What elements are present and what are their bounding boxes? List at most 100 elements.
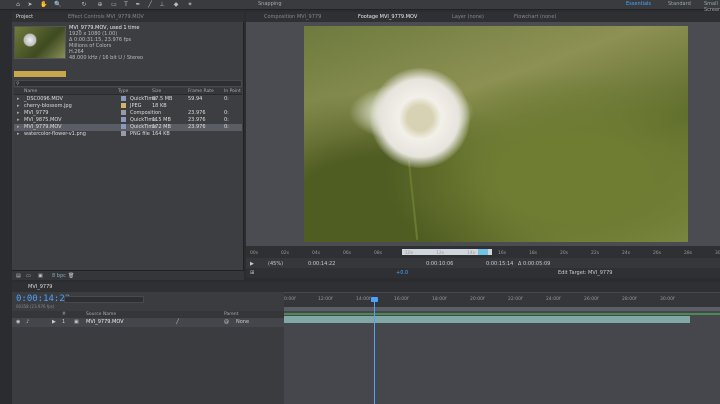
column-in-point[interactable]: In Point <box>224 89 241 94</box>
file-list-item[interactable]: ▸ MVI_9779 Composition 23.976 0: <box>14 110 242 117</box>
out-time-display[interactable]: 0:00:15:14 <box>486 261 513 267</box>
column-frame-rate[interactable]: Frame Rate <box>188 89 214 94</box>
pan-tool-icon[interactable]: ⊕ <box>96 1 104 8</box>
shape-tool-icon[interactable]: ▭ <box>110 1 118 8</box>
column-layer-number: # <box>62 312 66 317</box>
audio-speaker-icon[interactable]: ♪ <box>26 319 29 325</box>
project-bottom-bar: ▤ ▭ ▣ 8 bpc 🗑 <box>12 270 244 280</box>
timeline-tick-label: 0:00f <box>284 297 296 302</box>
file-size: 115 MB <box>152 117 171 123</box>
parent-dropdown[interactable]: None <box>236 319 249 325</box>
eraser-tool-icon[interactable]: ◆ <box>172 1 180 8</box>
workspace-essentials[interactable]: Essentials <box>626 1 651 7</box>
workspace-standard[interactable]: Standard <box>668 1 691 7</box>
magnification-icon[interactable]: ⊞ <box>250 270 254 276</box>
file-list-header: Name Type Size Frame Rate In Point <box>14 88 242 95</box>
timeline-range-bar[interactable] <box>284 307 720 311</box>
label-color-swatch[interactable] <box>121 124 126 129</box>
file-name: _DSC0096.MOV <box>24 96 63 102</box>
label-color-swatch[interactable] <box>121 96 126 101</box>
zoom-tool-icon[interactable]: 🔍 <box>54 1 62 8</box>
interpret-footage-icon[interactable]: ▤ <box>16 273 21 279</box>
file-frame-rate: 23.976 <box>188 117 206 123</box>
playhead-line[interactable] <box>374 299 375 404</box>
timeline-tick-label: 26:00f <box>584 297 599 302</box>
label-color-swatch[interactable] <box>121 103 126 108</box>
file-frame-rate: 23.976 <box>188 124 206 130</box>
clover-flower <box>370 68 470 168</box>
timeline-tick-label: 14:00f <box>356 297 371 302</box>
tab-footage[interactable]: Footage MVI_9779.MOV <box>358 14 417 20</box>
current-time-display[interactable]: 0:00:14:22 <box>308 261 335 267</box>
file-in-point: 0: <box>224 96 229 102</box>
label-color-swatch[interactable] <box>121 131 126 136</box>
bpc-label[interactable]: 8 bpc <box>52 273 66 279</box>
file-in-point: 0: <box>224 117 229 123</box>
timeline-search-input[interactable] <box>64 296 144 303</box>
selection-tool-icon[interactable]: ➤ <box>26 1 34 8</box>
file-name: MVI_9779.MOV <box>24 124 62 130</box>
tab-timeline-comp[interactable]: MVI_9779 <box>28 284 52 290</box>
project-search-input[interactable] <box>14 80 242 87</box>
layer-duration-bar[interactable] <box>284 316 690 323</box>
puppet-tool-icon[interactable]: ✶ <box>186 1 194 8</box>
visibility-eye-icon[interactable]: ◉ <box>16 319 20 325</box>
always-preview-icon[interactable]: ▶ <box>250 261 254 267</box>
file-name: MVI_9779 <box>24 110 49 116</box>
rotate-tool-icon[interactable]: ↻ <box>80 1 88 8</box>
playhead-handle[interactable] <box>371 297 378 302</box>
brush-tool-icon[interactable]: ╱ <box>146 1 154 8</box>
delete-icon[interactable]: 🗑 <box>68 273 74 279</box>
expand-arrow-icon[interactable]: ▶ <box>52 319 56 325</box>
file-type-icon: ▸ <box>17 103 20 109</box>
file-name: MVI_9875.MOV <box>24 117 62 123</box>
current-time-marker[interactable] <box>478 249 488 255</box>
layer-switch-icon[interactable]: ╱ <box>176 319 179 325</box>
pen-tool-icon[interactable]: ✒ <box>134 1 142 8</box>
new-folder-icon[interactable]: ▭ <box>26 273 31 279</box>
timeline-layer-row[interactable]: ◉ ♪ ▶ 1 ▣ MVI_9779.MOV ╱ @ None <box>12 318 284 327</box>
column-size[interactable]: Size <box>152 89 161 94</box>
column-type[interactable]: Type <box>118 89 128 94</box>
timeline-render-bar <box>284 313 720 315</box>
in-time-display[interactable]: 0:00:10:06 <box>426 261 453 267</box>
pick-whip-icon[interactable]: @ <box>224 319 229 325</box>
tab-composition[interactable]: Composition MVI_9779 <box>264 14 321 20</box>
file-list-item[interactable]: ▸ cherry-blossom.jpg JPEG 18 KB <box>14 103 242 110</box>
ruler-tick-label: 28s <box>684 251 693 256</box>
type-tool-icon[interactable]: T <box>122 1 130 8</box>
hand-tool-icon[interactable]: ✋ <box>40 1 48 8</box>
footage-thumbnail <box>14 26 66 59</box>
file-list-item[interactable]: ▸ MVI_9875.MOV QuickTime 115 MB 23.976 0: <box>14 117 242 124</box>
snapping-label[interactable]: Snapping <box>258 1 282 7</box>
tab-effect-controls[interactable]: Effect Controls MVI_9779.MOV <box>68 14 144 20</box>
new-composition-icon[interactable]: ▣ <box>38 273 43 279</box>
label-color-swatch[interactable] <box>121 110 126 115</box>
column-source-name[interactable]: Source Name <box>86 312 116 317</box>
file-type-icon: ▸ <box>17 117 20 123</box>
column-name[interactable]: Name <box>24 89 37 94</box>
timeline-tick-label: 30:00f <box>660 297 675 302</box>
file-list-item[interactable]: ▸ watercolor-flower-v1.png PNG file 164 KB <box>14 131 242 138</box>
layer-name[interactable]: MVI_9779.MOV <box>86 319 124 325</box>
duration-display: Δ 0:00:05:09 <box>518 261 551 267</box>
exposure-offset[interactable]: +0.0 <box>396 270 408 276</box>
clone-tool-icon[interactable]: ⊥ <box>158 1 166 8</box>
zoom-level-dropdown[interactable]: (45%) <box>268 261 283 267</box>
file-list-item[interactable]: ▸ MVI_9779.MOV QuickTime 172 MB 23.976 0: <box>14 124 242 131</box>
file-size: 87.5 MB <box>152 96 173 102</box>
ruler-tick-label: 06s <box>343 251 352 256</box>
viewer-tabs: Composition MVI_9779 Footage MVI_9779.MO… <box>246 12 720 22</box>
file-list-item[interactable]: ▸ _DSC0096.MOV QuickTime 87.5 MB 59.94 0: <box>14 96 242 103</box>
home-icon[interactable]: ⌂ <box>14 1 22 8</box>
file-type-icon: ▸ <box>17 124 20 130</box>
layer-index: 1 <box>62 319 66 325</box>
column-parent[interactable]: Parent <box>224 312 238 317</box>
timeline-ruler[interactable] <box>284 293 720 307</box>
tab-flowchart[interactable]: Flowchart (none) <box>514 14 556 20</box>
timeline-timecode[interactable]: 0:00:14:22 <box>16 294 70 304</box>
tab-project[interactable]: Project <box>16 14 33 20</box>
ruler-tick-label: 26s <box>653 251 662 256</box>
tab-layer[interactable]: Layer (none) <box>452 14 484 20</box>
label-color-swatch[interactable] <box>121 117 126 122</box>
